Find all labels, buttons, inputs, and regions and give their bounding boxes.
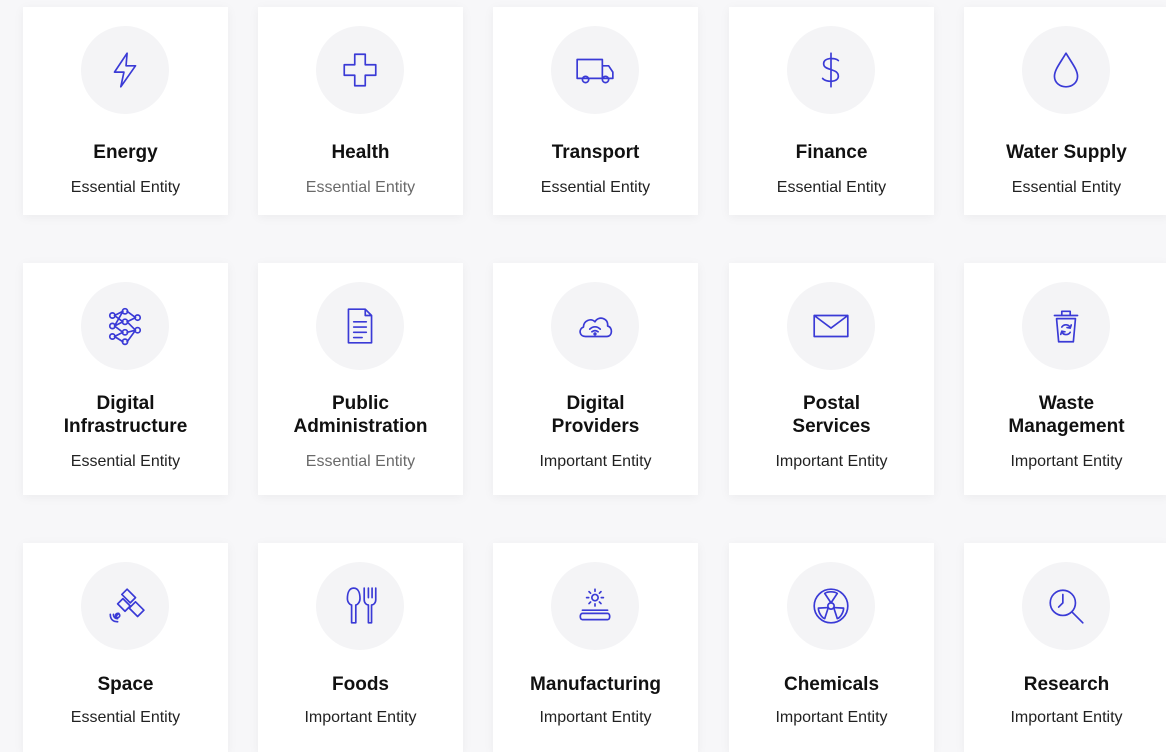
sector-entity-type: Essential Entity <box>540 179 651 196</box>
magnifier-icon <box>1022 562 1110 650</box>
sector-title-line: Postal <box>802 393 861 414</box>
sector-card-waste-management[interactable]: Waste Management Important Entity <box>964 263 1166 495</box>
sector-entity-type: Important Entity <box>775 453 888 470</box>
sector-card-foods[interactable]: Foods Important Entity <box>258 543 463 752</box>
sector-card-digital-providers[interactable]: Digital Providers Important Entity <box>493 263 698 495</box>
sector-card-digital-infrastructure[interactable]: Digital Infrastructure Essential Entity <box>23 263 228 495</box>
sector-entity-type: Important Entity <box>539 709 652 726</box>
gear-conveyor-icon <box>551 562 639 650</box>
sector-title: Chemicals <box>783 674 880 695</box>
sector-card-water-supply[interactable]: Water Supply Essential Entity <box>964 7 1166 215</box>
cloud-wifi-icon <box>551 282 639 370</box>
sector-entity-type: Essential Entity <box>70 179 181 196</box>
sector-entity-type: Important Entity <box>304 709 417 726</box>
sector-title: Water Supply <box>1006 142 1127 163</box>
document-icon <box>316 282 404 370</box>
sector-title: Public Administration <box>258 392 463 438</box>
envelope-icon <box>787 282 875 370</box>
recycle-bin-icon <box>1022 282 1110 370</box>
sector-title-line: Waste <box>1038 393 1095 414</box>
truck-icon <box>551 26 639 114</box>
sector-card-transport[interactable]: Transport Essential Entity <box>493 7 698 215</box>
sector-title: Digital Infrastructure <box>23 392 228 438</box>
sector-card-chemicals[interactable]: Chemicals Important Entity <box>729 543 934 752</box>
sector-title: Space <box>97 674 154 695</box>
sector-title: Postal Services <box>729 392 934 438</box>
sector-entity-type: Important Entity <box>1010 709 1123 726</box>
sector-card-postal-services[interactable]: Postal Services Important Entity <box>729 263 934 495</box>
sector-title: Digital Providers <box>493 392 698 438</box>
sector-card-health[interactable]: Health Essential Entity <box>258 7 463 215</box>
sector-title: Health <box>331 142 390 163</box>
sector-title-line: Administration <box>293 416 428 437</box>
sector-title-line: Management <box>1008 416 1125 437</box>
sector-card-finance[interactable]: Finance Essential Entity <box>729 7 934 215</box>
sector-title-line: Services <box>792 416 871 437</box>
water-drop-icon <box>1022 26 1110 114</box>
satellite-icon <box>81 562 169 650</box>
sector-title-line: Digital <box>96 393 155 414</box>
sector-card-research[interactable]: Research Important Entity <box>964 543 1166 752</box>
dollar-icon <box>787 26 875 114</box>
radiation-icon <box>787 562 875 650</box>
medical-cross-icon <box>316 26 404 114</box>
sector-grid: Energy Essential Entity Health Essential… <box>0 0 1166 752</box>
sector-title: Manufacturing <box>530 674 661 695</box>
sector-title: Energy <box>93 142 158 163</box>
network-icon <box>81 282 169 370</box>
sector-title: Transport <box>551 142 640 163</box>
sector-title: Finance <box>795 142 868 163</box>
sector-title-line: Digital <box>566 393 625 414</box>
sector-card-space[interactable]: Space Essential Entity <box>23 543 228 752</box>
sector-title-line: Public <box>331 393 389 414</box>
sector-entity-type: Essential Entity <box>305 179 416 196</box>
sector-entity-type: Essential Entity <box>305 453 416 470</box>
sector-card-public-administration[interactable]: Public Administration Essential Entity <box>258 263 463 495</box>
sector-title: Research <box>1023 674 1110 695</box>
sector-entity-type: Important Entity <box>539 453 652 470</box>
sector-title: Waste Management <box>964 392 1166 438</box>
spoon-fork-icon <box>316 562 404 650</box>
sector-title-line: Infrastructure <box>63 416 188 437</box>
sector-entity-type: Essential Entity <box>776 179 887 196</box>
sector-title: Foods <box>332 674 389 695</box>
sector-card-energy[interactable]: Energy Essential Entity <box>23 7 228 215</box>
lightning-icon <box>81 26 169 114</box>
sector-entity-type: Important Entity <box>775 709 888 726</box>
sector-entity-type: Important Entity <box>1010 453 1123 470</box>
sector-card-manufacturing[interactable]: Manufacturing Important Entity <box>493 543 698 752</box>
sector-entity-type: Essential Entity <box>70 709 181 726</box>
sector-entity-type: Essential Entity <box>1011 179 1122 196</box>
sector-entity-type: Essential Entity <box>70 453 181 470</box>
sector-title-line: Providers <box>551 416 640 437</box>
